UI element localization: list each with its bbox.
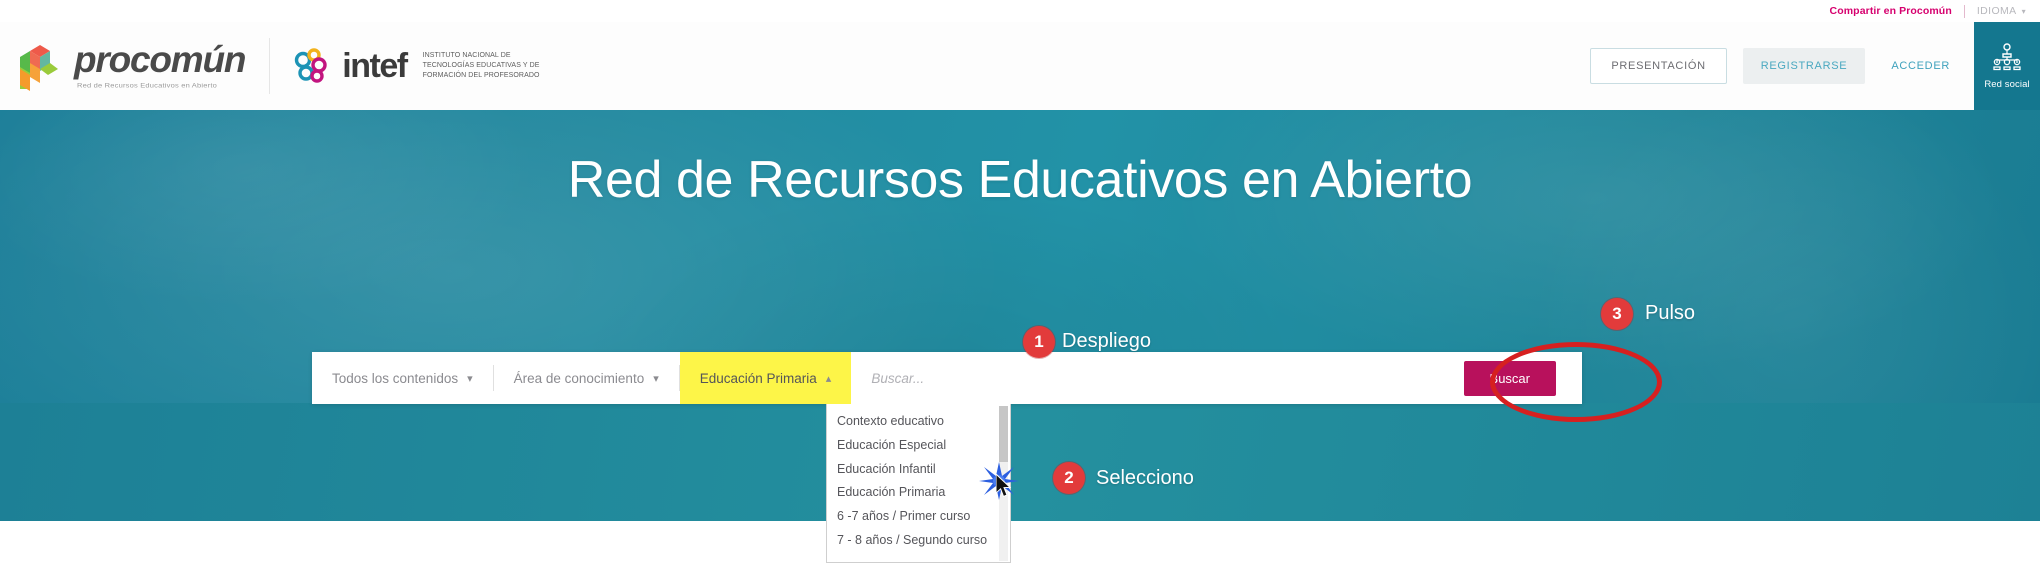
site-header: procomún Red de Recursos Educativos en A… <box>0 22 2040 110</box>
education-level-filter[interactable]: Educación Primaria ▴ <box>679 352 852 404</box>
page-content-below <box>0 521 2040 563</box>
knowledge-area-filter[interactable]: Área de conocimiento ▾ <box>494 352 679 404</box>
chevron-down-icon: ▾ <box>2021 6 2026 16</box>
utility-divider <box>1963 4 1965 18</box>
dropdown-option[interactable]: 6 -7 años / Primer curso <box>827 505 1010 529</box>
red-social-label: Red social <box>1984 78 2030 90</box>
dropdown-scrollbar-thumb[interactable] <box>999 406 1008 462</box>
search-bar: Todos los contenidos ▾ Área de conocimie… <box>312 352 1582 404</box>
annotation-label-3: Pulso <box>1645 302 1696 324</box>
utility-bar: Compartir en Procomún IDIOMA ▾ <box>0 0 2040 22</box>
presentacion-button[interactable]: PRESENTACIÓN <box>1590 48 1727 84</box>
annotation-badge-2: 2 <box>1053 462 1085 494</box>
page-root: Compartir en Procomún IDIOMA ▾ procomún … <box>0 0 2040 563</box>
intef-wordmark: intef <box>342 47 408 85</box>
search-submit-wrap: Buscar <box>1454 352 1582 404</box>
search-submit-button[interactable]: Buscar <box>1463 360 1556 396</box>
chevron-down-icon: ▾ <box>653 372 659 385</box>
dropdown-option[interactable]: 7 - 8 años / Segundo curso <box>827 529 1010 553</box>
annotation-label-2: Selecciono <box>1096 467 1194 489</box>
education-level-filter-label: Educación Primaria <box>699 370 817 386</box>
cube-logo-icon <box>16 39 62 93</box>
procomun-name: procomún <box>74 39 246 81</box>
acceder-link[interactable]: ACCEDER <box>1891 60 1950 72</box>
hero-lower-band <box>0 403 2040 521</box>
knowledge-area-filter-label: Área de conocimiento <box>513 370 645 386</box>
red-social-button[interactable]: Red social <box>1974 22 2040 110</box>
registrarse-button[interactable]: REGISTRARSE <box>1742 48 1866 84</box>
dropdown-option[interactable]: Contexto educativo <box>827 410 1010 434</box>
annotation-label-1: Despliego <box>1062 330 1151 352</box>
intef-logo[interactable]: intef INSTITUTO NACIONAL DE TECNOLOGÍAS … <box>292 46 539 86</box>
intef-knot-icon <box>292 46 332 86</box>
chevron-down-icon: ▾ <box>467 372 473 385</box>
procomun-wordmark: procomún Red de Recursos Educativos en A… <box>74 39 246 90</box>
content-type-filter-label: Todos los contenidos <box>332 370 459 386</box>
procomun-tagline: Red de Recursos Educativos en Abierto <box>77 81 217 90</box>
language-label: IDIOMA <box>1976 5 2017 17</box>
header-actions: PRESENTACIÓN REGISTRARSE ACCEDER Red soc… <box>1590 22 2040 110</box>
content-type-filter[interactable]: Todos los contenidos ▾ <box>312 352 493 404</box>
annotation-badge-1: 1 <box>1023 326 1055 358</box>
language-selector[interactable]: IDIOMA ▾ <box>1977 5 2026 17</box>
header-divider <box>269 38 271 94</box>
chevron-up-icon: ▴ <box>825 372 832 385</box>
annotation-badge-3: 3 <box>1601 298 1633 330</box>
share-procomun-link[interactable]: Compartir en Procomún <box>1830 5 1952 17</box>
dropdown-option[interactable]: Educación Especial <box>827 434 1010 458</box>
page-title: Red de Recursos Educativos en Abierto <box>567 151 1473 209</box>
search-input[interactable] <box>851 352 1454 404</box>
network-people-icon <box>1992 42 2022 76</box>
procomun-logo[interactable]: procomún Red de Recursos Educativos en A… <box>16 39 246 93</box>
intef-subtitle: INSTITUTO NACIONAL DE TECNOLOGÍAS EDUCAT… <box>422 51 540 80</box>
mouse-cursor-icon <box>995 472 1014 505</box>
